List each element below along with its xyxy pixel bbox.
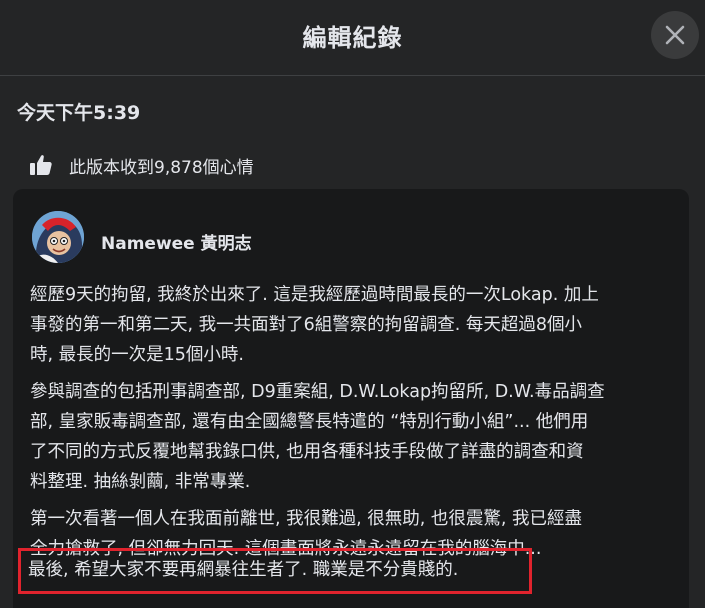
edit-history-dialog: 編輯紀錄 今天下午5:39 此版本收到9,878個心情 Namewee 黃明志 … xyxy=(0,0,705,608)
post-line: 料整理. 抽絲剝繭, 非常專業. xyxy=(30,472,251,492)
post-line: 參與調查的包括刑事調查部, D9重案組, D.W.Lokap拘留所, D.W.毒… xyxy=(30,382,605,402)
post-line: 時, 最長的一次是15個小時. xyxy=(30,345,244,365)
avatar-image xyxy=(32,211,84,263)
post-line: 經歷9天的拘留, 我終於出來了. 這是我經歷過時間最長的一次Lokap. 加上 xyxy=(30,285,599,305)
version-timestamp: 今天下午5:39 xyxy=(17,102,141,124)
post-card: Namewee 黃明志 經歷9天的拘留, 我終於出來了. 這是我經歷過時間最長的… xyxy=(13,189,689,608)
close-icon xyxy=(665,25,685,45)
post-line: 事發的第一和第二天, 我一共面對了6組警察的拘留調查. 每天超過8個小 xyxy=(30,315,583,335)
reaction-count-text: 此版本收到9,878個心情 xyxy=(69,157,254,178)
dialog-header: 編輯紀錄 xyxy=(0,0,705,76)
paragraph-2: 參與調查的包括刑事調查部, D9重案組, D.W.Lokap拘留所, D.W.毒… xyxy=(30,377,680,497)
avatar[interactable] xyxy=(32,211,84,263)
red-highlight-box xyxy=(18,548,532,594)
post-line: 了不同的方式反覆地幫我錄口供, 也用各種科技手段做了詳盡的調查和資 xyxy=(30,442,584,462)
paragraph-1: 經歷9天的拘留, 我終於出來了. 這是我經歷過時間最長的一次Lokap. 加上 … xyxy=(30,280,680,370)
dialog-title: 編輯紀錄 xyxy=(302,24,403,52)
post-body: 經歷9天的拘留, 我終於出來了. 這是我經歷過時間最長的一次Lokap. 加上 … xyxy=(30,280,680,571)
post-line: 第一次看著一個人在我面前離世, 我很難過, 很無助, 也很震驚, 我已經盡 xyxy=(30,509,582,529)
reaction-summary: 此版本收到9,878個心情 xyxy=(29,151,254,179)
author-name[interactable]: Namewee 黃明志 xyxy=(101,229,252,254)
post-line: 部, 皇家販毒調查部, 還有由全國總警長特遣的 “特別行動小組”... 他們用 xyxy=(30,412,589,432)
close-button[interactable] xyxy=(651,11,699,59)
thumbs-up-icon xyxy=(30,155,52,175)
